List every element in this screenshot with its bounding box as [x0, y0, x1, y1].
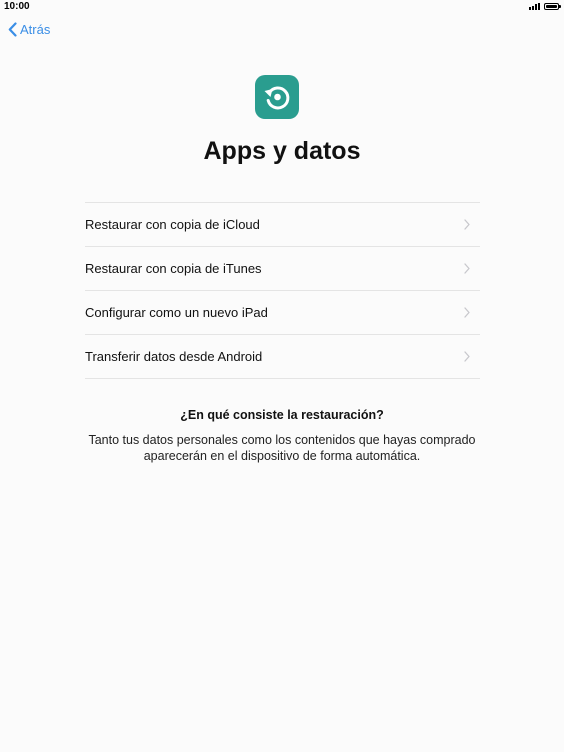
option-label: Transferir datos desde Android: [85, 349, 263, 364]
status-bar: 10:00: [0, 0, 564, 14]
chevron-right-icon: [464, 263, 470, 274]
status-time: 10:00: [4, 1, 30, 12]
option-setup-new-ipad[interactable]: Configurar como un nuevo iPad: [85, 291, 480, 335]
option-restore-icloud[interactable]: Restaurar con copia de iCloud: [85, 203, 480, 247]
option-label: Configurar como un nuevo iPad: [85, 305, 268, 320]
info-body: Tanto tus datos personales como los cont…: [88, 433, 476, 463]
page-title: Apps y datos: [203, 137, 361, 165]
option-label: Restaurar con copia de iCloud: [85, 217, 260, 232]
option-transfer-android[interactable]: Transferir datos desde Android: [85, 335, 480, 379]
chevron-right-icon: [464, 219, 470, 230]
option-restore-itunes[interactable]: Restaurar con copia de iTunes: [85, 247, 480, 291]
restore-icon: [255, 75, 299, 119]
chevron-left-icon: [8, 22, 17, 37]
back-label: Atrás: [20, 22, 51, 37]
battery-icon: [544, 3, 561, 10]
back-button[interactable]: Atrás: [8, 22, 50, 37]
cellular-signal-icon: [529, 3, 540, 10]
info-title: ¿En qué consiste la restauración?: [180, 408, 384, 422]
options-list: Restaurar con copia de iCloud Restaurar …: [85, 202, 480, 379]
chevron-right-icon: [464, 307, 470, 318]
chevron-right-icon: [464, 351, 470, 362]
status-indicators: [529, 3, 561, 10]
option-label: Restaurar con copia de iTunes: [85, 261, 262, 276]
